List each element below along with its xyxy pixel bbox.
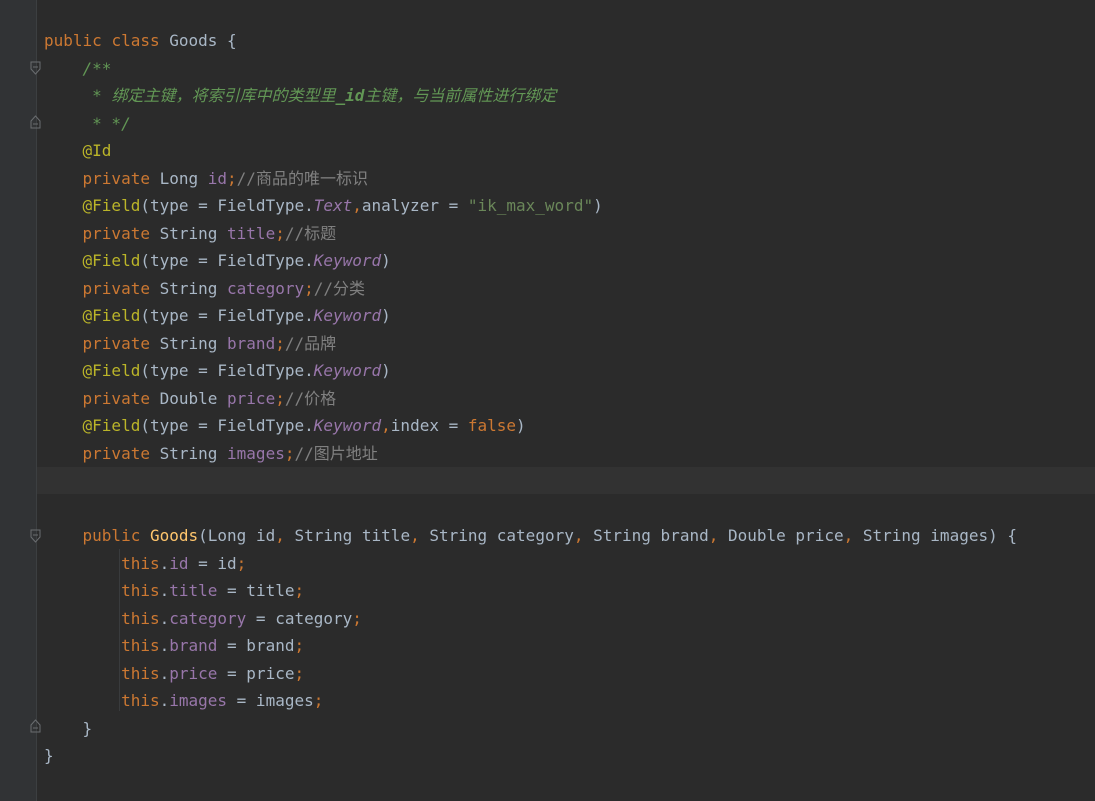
code-line-1[interactable]: public class Goods { — [37, 27, 1095, 54]
code-line-26[interactable]: } — [37, 715, 1095, 742]
code-line-20[interactable]: this.id = id; — [37, 550, 1095, 577]
code-line-27[interactable]: } — [37, 742, 1095, 769]
code-line-10[interactable]: private String category;//分类 — [37, 275, 1095, 302]
code-line-23[interactable]: this.brand = brand; — [37, 632, 1095, 659]
code-line-11[interactable]: @Field(type = FieldType.Keyword) — [37, 302, 1095, 329]
code-line-19[interactable]: public Goods(Long id, String title, Stri… — [37, 522, 1095, 549]
code-line-16[interactable]: private String images;//图片地址 — [37, 440, 1095, 467]
code-line-12[interactable]: private String brand;//品牌 — [37, 330, 1095, 357]
code-line-4[interactable]: * */ — [37, 110, 1095, 137]
code-line-3[interactable]: * 绑定主键，将索引库中的类型里_id主键，与当前属性进行绑定 — [37, 82, 1095, 109]
code-line-current[interactable] — [37, 467, 1095, 494]
code-line-21[interactable]: this.title = title; — [37, 577, 1095, 604]
code-line-5[interactable]: @Id — [37, 137, 1095, 164]
code-line-2[interactable]: /** — [37, 55, 1095, 82]
code-line-8[interactable]: private String title;//标题 — [37, 220, 1095, 247]
code-line-25[interactable]: this.images = images; — [37, 687, 1095, 714]
code-line-13[interactable]: @Field(type = FieldType.Keyword) — [37, 357, 1095, 384]
code-line-15[interactable]: @Field(type = FieldType.Keyword,index = … — [37, 412, 1095, 439]
code-line-6[interactable]: private Long id;//商品的唯一标识 — [37, 165, 1095, 192]
code-line-9[interactable]: @Field(type = FieldType.Keyword) — [37, 247, 1095, 274]
code-editor[interactable]: public class Goods { /** * 绑定主键，将索引库中的类型… — [37, 0, 1095, 801]
code-line-7[interactable]: @Field(type = FieldType.Text,analyzer = … — [37, 192, 1095, 219]
code-line-22[interactable]: this.category = category; — [37, 605, 1095, 632]
code-line-24[interactable]: this.price = price; — [37, 660, 1095, 687]
code-line-14[interactable]: private Double price;//价格 — [37, 385, 1095, 412]
